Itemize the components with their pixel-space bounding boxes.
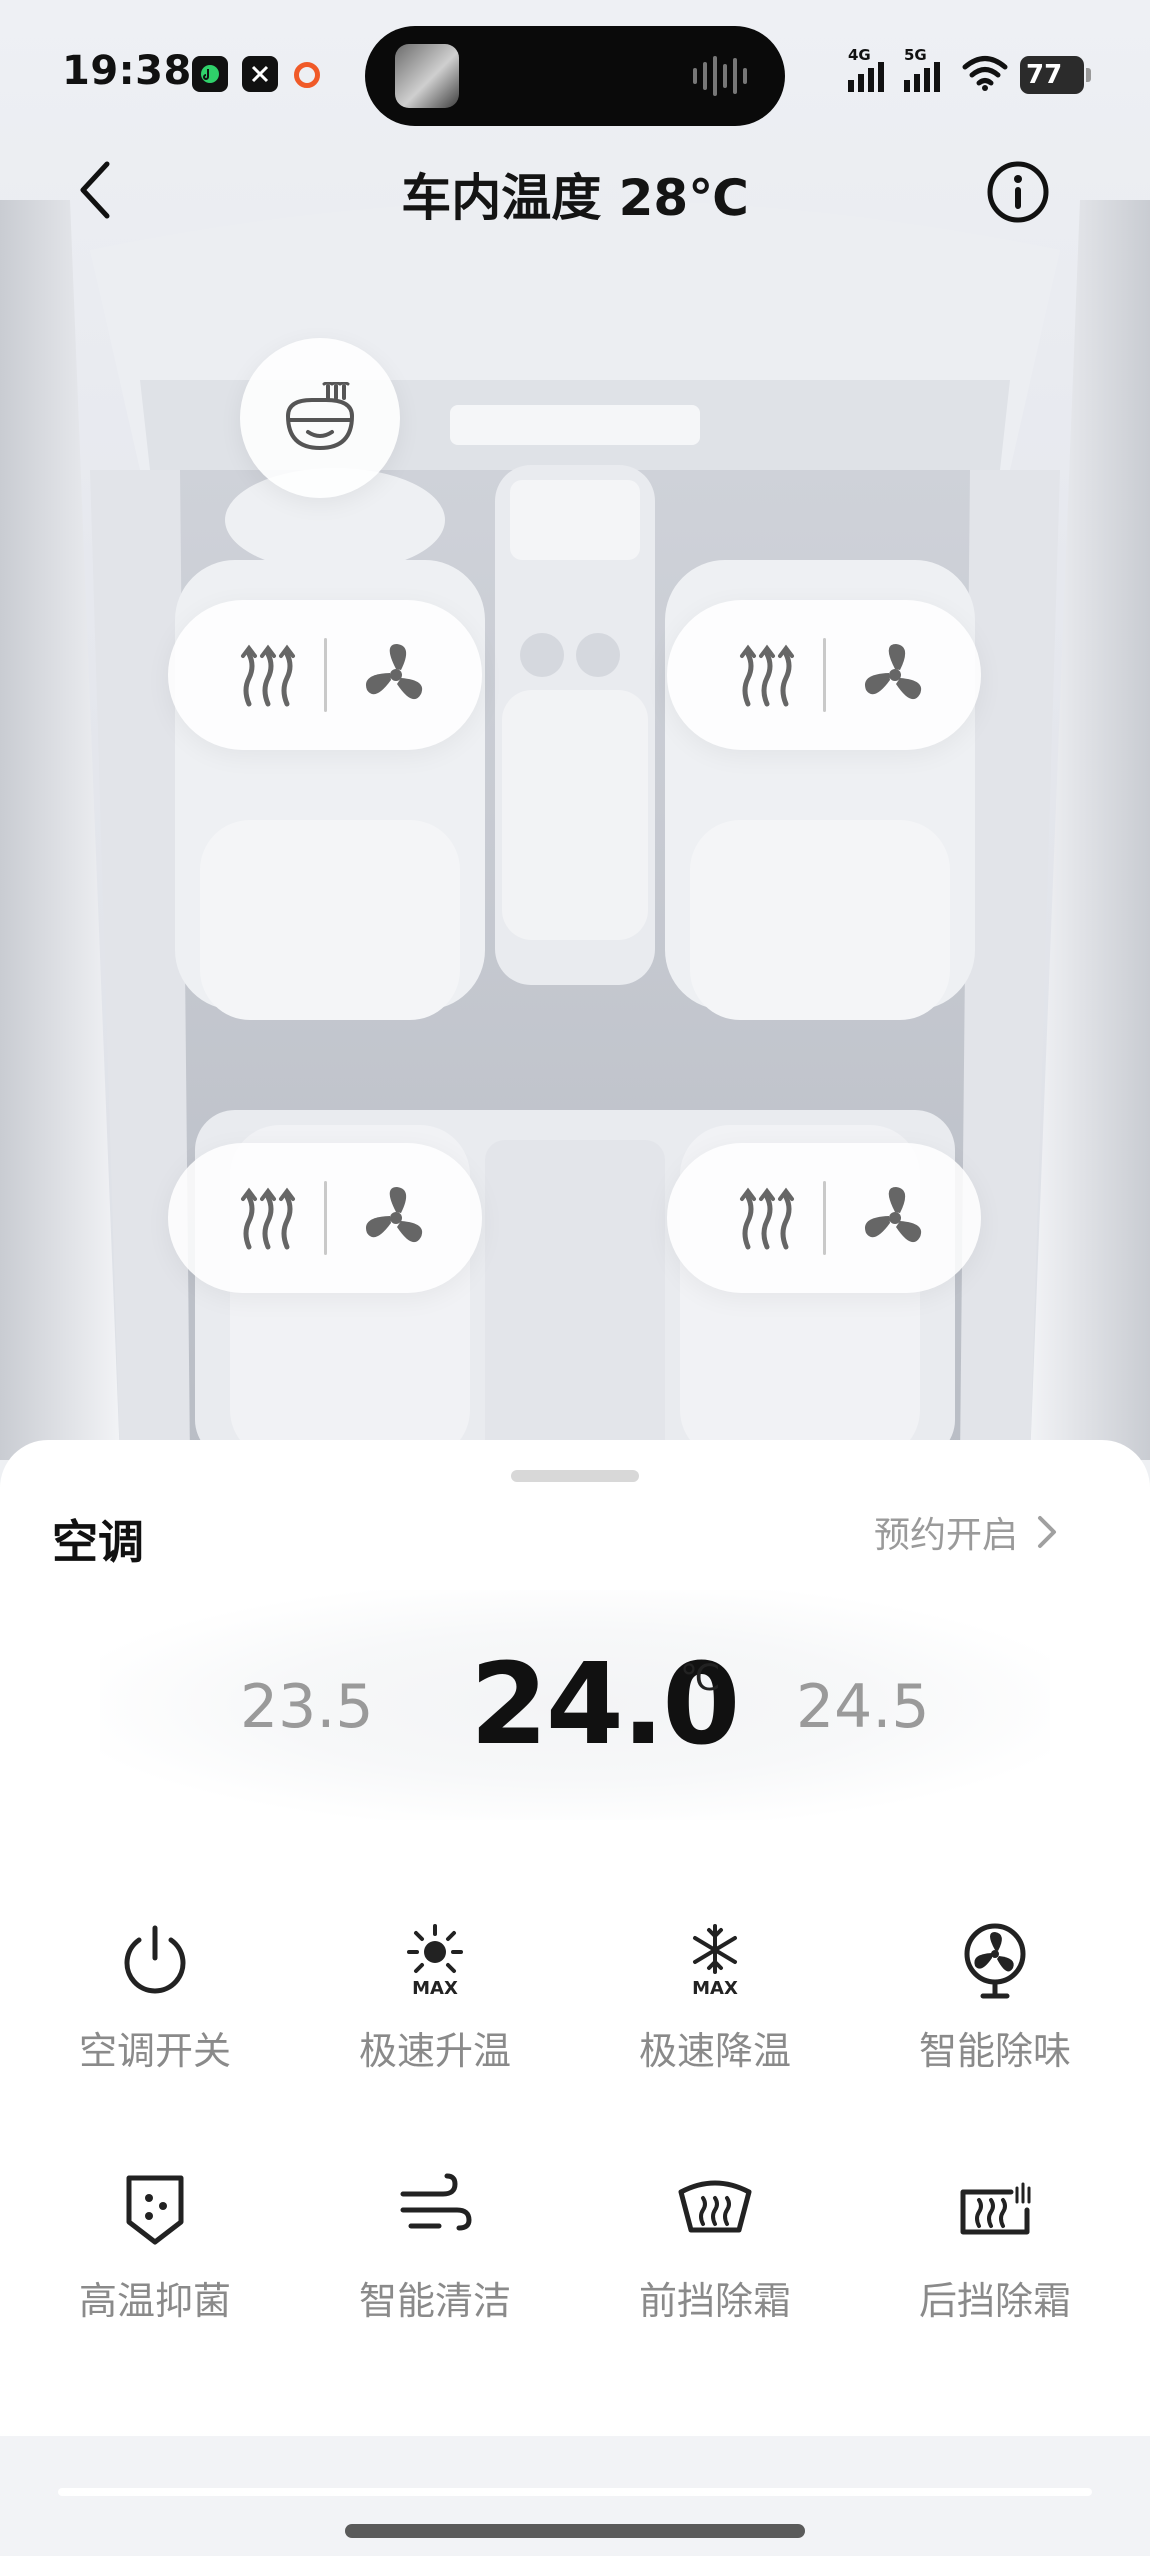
seat-control-front-right	[667, 600, 981, 750]
audio-wave-icon	[693, 56, 747, 96]
smart-clean-button[interactable]: 智能清洁	[295, 2170, 575, 2370]
fan-deodorize-icon	[964, 1923, 1026, 1999]
ac-panel: 空调 预约开启 23.5 24.0 ℃ 24.5 空调开关 MAX 极速升温 M…	[0, 1440, 1150, 2440]
status-bar: 19:38 4G 5G 77	[0, 0, 1150, 150]
seat-heat-button[interactable]	[218, 1173, 318, 1263]
func-label: 空调开关	[78, 2029, 231, 2073]
func-label: 前挡除霜	[638, 2279, 791, 2323]
front-defrost-button[interactable]: 前挡除霜	[575, 2170, 855, 2370]
network-label-4g: 4G	[848, 46, 871, 64]
ac-power-button[interactable]: 空调开关	[15, 1920, 295, 2120]
divider	[324, 638, 327, 712]
seat-vent-button[interactable]	[845, 630, 945, 720]
svg-text:MAX: MAX	[412, 1978, 458, 1999]
func-label: 高温抑菌	[78, 2279, 231, 2323]
seat-vent-button[interactable]	[346, 1173, 446, 1263]
divider	[823, 638, 826, 712]
func-label: 极速降温	[638, 2029, 791, 2073]
temp-unit: ℃	[680, 1658, 721, 1699]
chevron-right-icon	[1038, 1516, 1057, 1548]
signal-5g: 5G	[902, 46, 946, 98]
seat-heat-icon	[241, 1187, 295, 1250]
seat-vent-button[interactable]	[845, 1173, 945, 1263]
bottom-bar	[0, 2436, 1150, 2556]
home-indicator[interactable]	[345, 2524, 805, 2538]
battery-indicator: 77	[1020, 56, 1084, 94]
steering-wheel-heat-button[interactable]	[240, 338, 400, 498]
seat-control-front-left	[168, 600, 482, 750]
rear-defrost-button[interactable]: 后挡除霜	[855, 2170, 1135, 2370]
signal-4g: 4G	[846, 46, 890, 98]
seat-heat-icon	[740, 644, 794, 707]
max-cool-icon: MAX	[692, 1924, 738, 1999]
battery-cap	[1086, 68, 1091, 82]
seat-heat-icon	[241, 644, 295, 707]
schedule-button[interactable]: 预约开启	[874, 1504, 1058, 1560]
divider	[324, 1181, 327, 1255]
info-button[interactable]	[986, 160, 1050, 224]
battery-level: 77	[1026, 60, 1063, 90]
seat-fan-icon	[365, 1187, 423, 1243]
clock: 19:38	[62, 48, 192, 94]
seat-heat-button[interactable]	[717, 630, 817, 720]
seat-control-rear-left	[168, 1143, 482, 1293]
func-label: 智能除味	[918, 2029, 1071, 2073]
divider	[823, 1181, 826, 1255]
seat-fan-icon	[864, 1187, 922, 1243]
page-title: 车内温度 28℃	[401, 169, 749, 227]
seat-heat-button[interactable]	[717, 1173, 817, 1263]
app-x-icon	[242, 56, 278, 92]
bottom-divider	[58, 2488, 1092, 2496]
svg-text:MAX: MAX	[692, 1978, 738, 1999]
high-temp-sterilize-button[interactable]: 高温抑菌	[15, 2170, 295, 2370]
seat-vent-button[interactable]	[346, 630, 446, 720]
wind-clean-icon	[400, 2173, 472, 2231]
dynamic-island[interactable]	[365, 26, 785, 126]
front-defrost-icon	[678, 2180, 752, 2233]
rear-defrost-icon	[960, 2182, 1031, 2235]
seat-control-rear-right	[667, 1143, 981, 1293]
steering-wheel-heat-icon	[285, 382, 355, 451]
app-music-icon	[192, 56, 228, 92]
seat-heat-icon	[740, 1187, 794, 1250]
drag-handle[interactable]	[511, 1470, 639, 1482]
sterilize-shield-icon	[126, 2175, 184, 2245]
func-label: 极速升温	[358, 2029, 511, 2073]
seat-fan-icon	[864, 644, 922, 700]
smart-deodorize-button[interactable]: 智能除味	[855, 1920, 1135, 2120]
network-label-5g: 5G	[904, 46, 927, 64]
panel-title: 空调	[52, 1515, 144, 1569]
func-label: 后挡除霜	[918, 2279, 1071, 2323]
temp-option-higher[interactable]: 24.5	[796, 1672, 930, 1742]
power-icon	[124, 1925, 186, 1994]
seat-fan-icon	[365, 644, 423, 700]
schedule-label: 预约开启	[874, 1515, 1019, 1556]
record-indicator-icon	[294, 62, 320, 88]
seat-heat-button[interactable]	[218, 630, 318, 720]
max-heat-icon: MAX	[407, 1924, 463, 1999]
max-heat-button[interactable]: MAX 极速升温	[295, 1920, 575, 2120]
info-icon	[987, 161, 1049, 223]
now-playing-artwork	[395, 44, 459, 108]
wifi-icon	[962, 56, 1008, 91]
temp-option-lower[interactable]: 23.5	[240, 1672, 374, 1742]
func-label: 智能清洁	[358, 2279, 511, 2323]
max-cool-button[interactable]: MAX 极速降温	[575, 1920, 855, 2120]
